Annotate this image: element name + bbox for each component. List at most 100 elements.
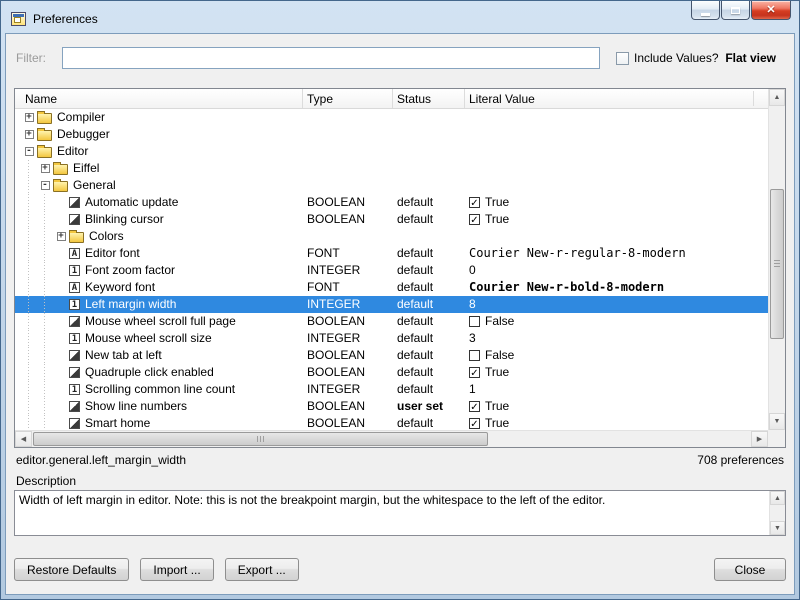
tree-row[interactable]: Mouse wheel scroll full page BOOLEAN def…: [15, 313, 768, 330]
value-label: True: [485, 364, 509, 381]
scroll-left-icon[interactable]: ◀: [15, 431, 32, 447]
value-checkbox[interactable]: [469, 316, 480, 327]
value-checkbox[interactable]: ✓: [469, 401, 480, 412]
tree-indent: [21, 313, 53, 330]
tree-row[interactable]: Mouse wheel scroll size INTEGER default …: [15, 330, 768, 347]
tree-row[interactable]: Font zoom factor INTEGER default 0: [15, 262, 768, 279]
preference-name: Compiler: [57, 109, 105, 126]
include-values-checkbox[interactable]: [616, 52, 629, 65]
row-icon: [69, 265, 80, 276]
preference-name: Smart home: [85, 415, 150, 430]
tree-row[interactable]: + Debugger: [15, 126, 768, 143]
window-controls: ✕: [690, 1, 791, 20]
value-checkbox[interactable]: [469, 350, 480, 361]
tree-row[interactable]: New tab at left BOOLEAN default False: [15, 347, 768, 364]
expander-toggle[interactable]: +: [57, 232, 66, 241]
expander-toggle[interactable]: +: [41, 164, 50, 173]
description-text: Width of left margin in editor. Note: th…: [19, 493, 765, 533]
scroll-up-icon[interactable]: ▲: [769, 89, 785, 106]
tree-row[interactable]: Show line numbers BOOLEAN user set ✓True: [15, 398, 768, 415]
value-checkbox[interactable]: ✓: [469, 418, 480, 429]
tree-row[interactable]: Quadruple click enabled BOOLEAN default …: [15, 364, 768, 381]
description-scroll-up-icon[interactable]: ▲: [770, 491, 785, 505]
description-scroll-down-icon[interactable]: ▼: [770, 521, 785, 535]
import-button[interactable]: Import ...: [140, 558, 213, 581]
tree-row[interactable]: Left margin width INTEGER default 8: [15, 296, 768, 313]
description-scrollbar[interactable]: ▲ ▼: [769, 491, 785, 535]
preference-status: user set: [393, 398, 465, 415]
export-button[interactable]: Export ...: [225, 558, 299, 581]
description-box: Width of left margin in editor. Note: th…: [14, 490, 786, 536]
column-header-type[interactable]: Type: [303, 89, 393, 108]
tree-indent: [21, 262, 53, 279]
value-label: True: [485, 415, 509, 430]
close-dialog-button[interactable]: Close: [714, 558, 786, 581]
dialog-client-area: Filter: Include Values? Flat view Name T…: [5, 33, 795, 595]
preference-name: New tab at left: [85, 347, 162, 364]
value-checkbox[interactable]: ✓: [469, 197, 480, 208]
restore-defaults-button[interactable]: Restore Defaults: [14, 558, 129, 581]
tree-indent: [21, 279, 53, 296]
preference-value: 0: [465, 262, 768, 279]
preference-type: INTEGER: [303, 330, 393, 347]
include-values-label: Include Values?: [634, 51, 719, 65]
column-header-literal-value[interactable]: Literal Value: [465, 89, 768, 108]
horizontal-scroll-thumb[interactable]: [33, 432, 488, 446]
maximize-button[interactable]: [721, 1, 750, 20]
tree-row[interactable]: + Compiler: [15, 109, 768, 126]
tree-row[interactable]: Keyword font FONT default Courier New-r-…: [15, 279, 768, 296]
tree-row[interactable]: Automatic update BOOLEAN default ✓True: [15, 194, 768, 211]
tree-indent: [21, 415, 53, 430]
vertical-scroll-thumb[interactable]: [770, 189, 784, 339]
preference-name: Left margin width: [85, 296, 176, 313]
tree-row[interactable]: + Eiffel: [15, 160, 768, 177]
flat-view-button[interactable]: Flat view: [725, 51, 776, 65]
preference-name-cell: - Editor: [15, 143, 303, 160]
preference-name-cell: Automatic update: [15, 194, 303, 211]
preference-type: INTEGER: [303, 296, 393, 313]
tree-indent: [21, 398, 53, 415]
tree-row[interactable]: Blinking cursor BOOLEAN default ✓True: [15, 211, 768, 228]
column-header-status[interactable]: Status: [393, 89, 465, 108]
preference-value: ✓True: [465, 398, 768, 415]
vertical-scrollbar[interactable]: ▲ ▼: [768, 89, 785, 430]
preference-name-cell: + Eiffel: [15, 160, 303, 177]
dialog-buttons: Restore Defaults Import ... Export ... C…: [14, 558, 786, 581]
expander-toggle[interactable]: -: [41, 181, 50, 190]
value-label: False: [485, 313, 514, 330]
minimize-button[interactable]: [691, 1, 720, 20]
tree-row[interactable]: + Colors: [15, 228, 768, 245]
preference-name: Scrolling common line count: [85, 381, 235, 398]
expander-toggle[interactable]: -: [25, 147, 34, 156]
close-button[interactable]: ✕: [751, 1, 791, 20]
preference-name: Keyword font: [85, 279, 155, 296]
preference-name: Editor: [57, 143, 88, 160]
preference-type: BOOLEAN: [303, 347, 393, 364]
tree-row[interactable]: Scrolling common line count INTEGER defa…: [15, 381, 768, 398]
preference-type: INTEGER: [303, 262, 393, 279]
tree-row[interactable]: Editor font FONT default Courier New-r-r…: [15, 245, 768, 262]
expander-toggle[interactable]: +: [25, 130, 34, 139]
preference-name: Font zoom factor: [85, 262, 175, 279]
value-checkbox[interactable]: ✓: [469, 367, 480, 378]
titlebar[interactable]: Preferences ✕: [5, 5, 795, 33]
row-icon: [69, 367, 80, 378]
row-icon: [69, 299, 80, 310]
expander-toggle[interactable]: +: [25, 113, 34, 122]
preferences-tree: Name Type Status Literal Value + Compile…: [14, 88, 786, 448]
row-icon: [69, 248, 80, 259]
filter-input[interactable]: [62, 47, 600, 69]
column-header-name[interactable]: Name: [15, 89, 303, 108]
preference-name-cell: - General: [15, 177, 303, 194]
preference-value: Courier New-r-regular-8-modern: [465, 245, 768, 262]
preference-value: 3: [465, 330, 768, 347]
preference-name-cell: Quadruple click enabled: [15, 364, 303, 381]
tree-row[interactable]: Smart home BOOLEAN default ✓True: [15, 415, 768, 430]
tree-row[interactable]: - General: [15, 177, 768, 194]
tree-row[interactable]: - Editor: [15, 143, 768, 160]
value-checkbox[interactable]: ✓: [469, 214, 480, 225]
tree-indent: [21, 177, 37, 194]
scroll-right-icon[interactable]: ▶: [751, 431, 768, 447]
scroll-down-icon[interactable]: ▼: [769, 413, 785, 430]
horizontal-scrollbar[interactable]: ◀ ▶: [15, 430, 768, 447]
